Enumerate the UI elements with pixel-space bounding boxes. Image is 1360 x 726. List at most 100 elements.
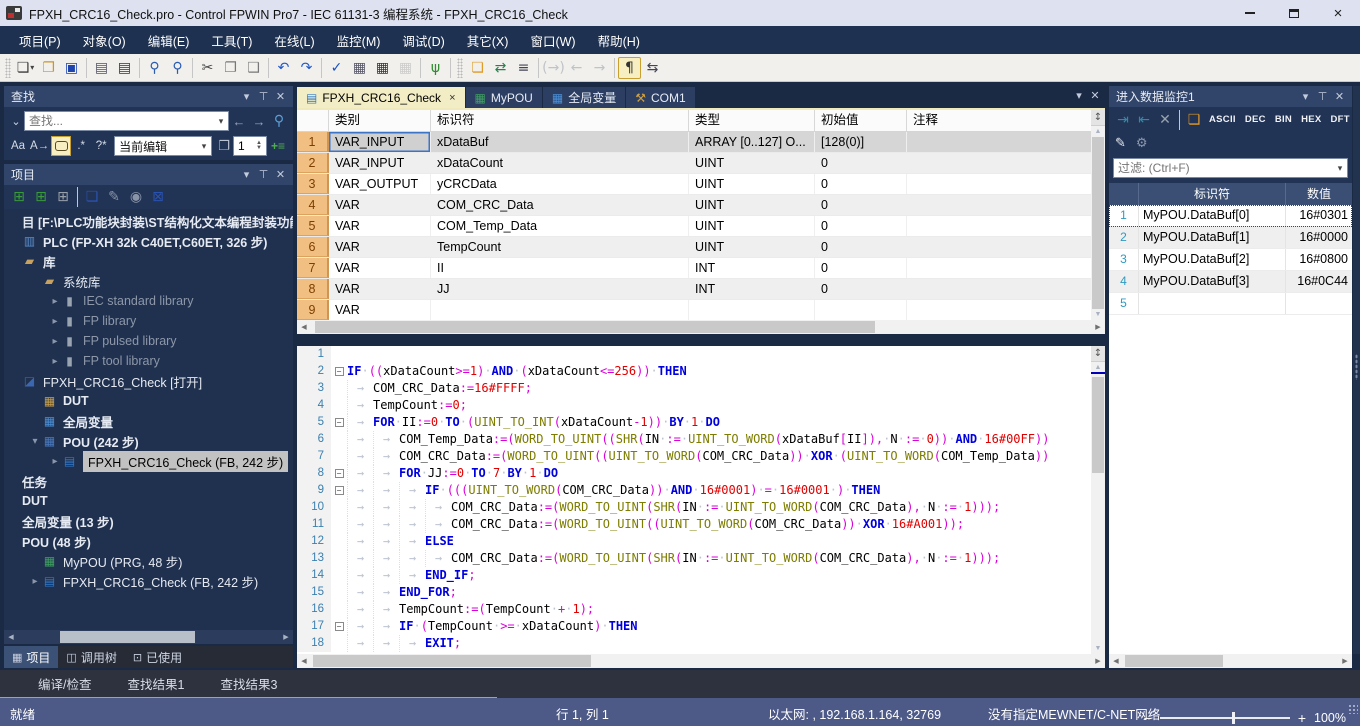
bottom-tab-项目[interactable]: ▦项目 xyxy=(4,646,58,668)
tree-item[interactable]: ▸▮IEC standard library xyxy=(4,291,293,311)
panel-close-icon[interactable]: ✕ xyxy=(272,90,289,103)
code-line[interactable]: 17−→→IF·(TempCount·>=·xDataCount)·THEN xyxy=(297,618,1091,635)
cell-initial-value[interactable]: 0 xyxy=(815,237,907,257)
right-splitter-strip[interactable] xyxy=(1353,86,1360,654)
compile-all-button[interactable]: ▦ xyxy=(371,57,394,79)
variable-row[interactable]: 1VAR_INPUTxDataBufARRAY [0..127] O...[12… xyxy=(297,132,1091,153)
find-message-button[interactable] xyxy=(51,136,71,156)
panel-menu-icon[interactable]: ▾ xyxy=(238,168,255,181)
tree-item[interactable]: ◪FPXH_CRC16_Check [打开] xyxy=(4,371,293,391)
code-line[interactable]: 18→→→EXIT; xyxy=(297,635,1091,652)
column-header[interactable]: 初始值 xyxy=(815,110,907,131)
collapse-icon[interactable]: − xyxy=(335,367,344,376)
tree-item[interactable]: ▸▮FP library xyxy=(4,311,293,331)
menu-item-5[interactable]: 在线(L) xyxy=(263,27,325,54)
cell-identifier[interactable]: COM_Temp_Data xyxy=(431,216,689,236)
collapse-icon[interactable]: − xyxy=(335,418,344,427)
edit-object-button[interactable]: ✎ xyxy=(103,186,125,208)
find-button[interactable]: ⚲ xyxy=(143,57,166,79)
bottom-tab-调用树[interactable]: ◫调用树 xyxy=(58,646,124,668)
cell-category[interactable]: VAR xyxy=(329,195,431,215)
fold-marker[interactable]: − xyxy=(331,414,347,431)
find-next-button[interactable]: → xyxy=(249,111,269,131)
watch-row[interactable]: 4MyPOU.DataBuf[3]16#0C44 xyxy=(1109,271,1352,293)
watch-identifier[interactable]: MyPOU.DataBuf[3] xyxy=(1139,271,1286,292)
print-button[interactable]: ▤ xyxy=(113,57,136,79)
cell-initial-value[interactable]: 0 xyxy=(815,258,907,278)
window-cascade-button[interactable]: ❏ xyxy=(1184,110,1204,130)
compile-button[interactable]: ▦ xyxy=(348,57,371,79)
find-search-icon[interactable]: ⚲ xyxy=(269,111,289,131)
code-line[interactable]: 12→→→ELSE xyxy=(297,533,1091,550)
scroll-up-icon[interactable]: ▲ xyxy=(1091,126,1105,135)
tab-close-icon[interactable]: × xyxy=(449,92,455,104)
expander-icon[interactable]: ▸ xyxy=(48,336,62,347)
cell-category[interactable]: VAR xyxy=(329,216,431,236)
watch-value[interactable]: 16#0C44 xyxy=(1286,271,1352,292)
cell-identifier[interactable]: JJ xyxy=(431,279,689,299)
editor-splitter[interactable] xyxy=(297,334,1105,346)
watch-row[interactable]: 5 xyxy=(1109,293,1352,315)
variable-row[interactable]: 9VAR xyxy=(297,300,1091,320)
open-folder-button[interactable]: ❐ xyxy=(37,57,60,79)
scroll-left-icon[interactable]: ◀ xyxy=(297,657,311,665)
cell-comment[interactable] xyxy=(907,216,1091,236)
cell-identifier[interactable]: II xyxy=(431,258,689,278)
scroll-up-icon[interactable]: ▲ xyxy=(1091,362,1105,371)
fold-marker[interactable]: − xyxy=(331,482,347,499)
scrollbar-thumb[interactable] xyxy=(315,321,875,333)
settings-gear-icon[interactable]: ⚙ xyxy=(1136,136,1148,151)
variable-row[interactable]: 7VARIIINT0 xyxy=(297,258,1091,279)
cell-category[interactable]: VAR xyxy=(329,258,431,278)
panel-pin-icon[interactable]: ⊤ xyxy=(1314,90,1331,103)
panel-menu-icon[interactable]: ▾ xyxy=(1297,90,1314,103)
scrollbar-thumb[interactable] xyxy=(60,631,195,643)
new-file-button[interactable]: ❏▾ xyxy=(14,57,37,79)
scrollbar-thumb[interactable] xyxy=(1092,137,1104,309)
cell-type[interactable]: UINT xyxy=(689,216,815,236)
tabbar-close-icon[interactable]: ✕ xyxy=(1087,89,1103,102)
view-object-button[interactable]: ◉ xyxy=(125,186,147,208)
tree-item[interactable]: ▸▮FP pulsed library xyxy=(4,331,293,351)
cell-initial-value[interactable]: 0 xyxy=(815,216,907,236)
count-down-icon[interactable]: ▼ xyxy=(256,146,262,151)
regex-button[interactable]: .* xyxy=(71,136,91,156)
format-button-bin[interactable]: BIN xyxy=(1271,114,1296,125)
find-history-dropdown-icon[interactable]: ▾ xyxy=(214,116,228,127)
cell-type[interactable]: UINT xyxy=(689,174,815,194)
redo-button[interactable]: ↷ xyxy=(295,57,318,79)
match-case-button[interactable]: Aa xyxy=(8,136,28,156)
cell-identifier[interactable]: COM_CRC_Data xyxy=(431,195,689,215)
watch-value[interactable]: 16#0000 xyxy=(1286,227,1352,248)
fold-marker[interactable]: − xyxy=(331,363,347,380)
variable-table-vscrollbar[interactable]: ↕ ▲ ▼ xyxy=(1091,110,1105,320)
cell-comment[interactable] xyxy=(907,258,1091,278)
cell-comment[interactable] xyxy=(907,174,1091,194)
cell-type[interactable]: INT xyxy=(689,258,815,278)
cell-initial-value[interactable] xyxy=(815,300,907,320)
watch-value[interactable]: 16#0800 xyxy=(1286,249,1352,270)
watch-identifier[interactable]: MyPOU.DataBuf[2] xyxy=(1139,249,1286,270)
tree-item[interactable]: 任务 xyxy=(4,471,293,491)
tree-item[interactable]: POU (48 步) xyxy=(4,531,293,551)
cell-category[interactable]: VAR xyxy=(329,279,431,299)
panel-menu-icon[interactable]: ▾ xyxy=(238,90,255,103)
project-tree-hscrollbar[interactable]: ◀ ▶ xyxy=(4,630,293,644)
close-object-button[interactable]: ⊠ xyxy=(147,186,169,208)
output-tab-3[interactable]: 查找结果3 xyxy=(208,674,289,693)
cell-comment[interactable] xyxy=(907,132,1091,152)
menu-item-10[interactable]: 帮助(H) xyxy=(587,27,651,54)
zoom-slider[interactable] xyxy=(1160,717,1290,719)
window-cascade-button[interactable]: ❏ xyxy=(466,57,489,79)
collapse-icon[interactable]: − xyxy=(335,486,344,495)
format-button-ascii[interactable]: ASCII xyxy=(1205,114,1240,125)
variable-row[interactable]: 5VARCOM_Temp_DataUINT0 xyxy=(297,216,1091,237)
document-tab-全局变量[interactable]: ▦全局变量 xyxy=(543,87,625,108)
scroll-left-icon[interactable]: ◀ xyxy=(1109,657,1123,665)
show-whitespace-button[interactable]: ¶ xyxy=(618,57,641,79)
expander-icon[interactable]: ▸ xyxy=(28,576,42,587)
undo-button[interactable]: ↶ xyxy=(272,57,295,79)
panel-pin-icon[interactable]: ⊤ xyxy=(255,90,272,103)
cell-category[interactable]: VAR xyxy=(329,300,431,320)
find-collapse-button[interactable]: ⌄ xyxy=(8,111,24,131)
